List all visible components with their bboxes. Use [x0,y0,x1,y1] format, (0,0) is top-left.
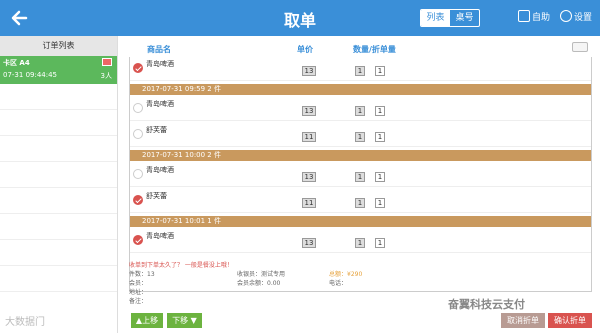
order-group-header: 2017-07-31 09:59 2 件 [130,84,591,95]
item-price: 13 [302,66,316,76]
self-service-icon [517,10,530,22]
self-service-button[interactable]: 自助 [517,10,550,23]
item-name: 青岛啤酒 [146,166,174,174]
col-price: 单价 [297,45,313,54]
top-actions: 自助 设置 [517,10,592,23]
item-name: 青岛啤酒 [146,232,174,240]
view-toggle: 列表 桌号 [420,9,480,27]
member-balance: 会员余额：0.00 [237,280,281,287]
item-qty: 1 [355,66,365,76]
item-price: 11 [302,198,316,208]
item-row[interactable]: 青岛啤酒 13 1 1 [130,97,591,121]
item-qty: 1 [355,198,365,208]
sidebar-heading: 订单列表 [0,36,117,56]
split-qty-input[interactable]: 1 [375,66,385,76]
settings-button[interactable]: 设置 [559,10,592,23]
select-check-icon[interactable] [133,195,143,205]
order-time: 07-31 09:44:45 [3,71,58,79]
order-group-header: 2017-07-31 10:01 1 件 [130,216,591,227]
item-price: 13 [302,172,316,182]
column-header: 商品名 单价 数量/折单量 [129,42,592,56]
move-down-button[interactable]: 下移 ▼ [167,313,202,328]
phone: 电话： [329,280,348,287]
item-price: 13 [302,238,316,248]
split-qty-input[interactable]: 1 [375,106,385,116]
split-qty-input[interactable]: 1 [375,172,385,182]
item-name: 舒芙蕾 [146,126,167,134]
order-guest-count: 3人 [100,72,112,80]
item-name: 青岛啤酒 [146,100,174,108]
tab-table-view[interactable]: 桌号 [450,10,479,26]
item-row[interactable]: 青岛啤酒 13 1 1 [130,57,591,81]
page-title: 取单 [283,11,316,30]
split-qty-input[interactable]: 1 [375,198,385,208]
select-check-icon[interactable] [133,129,143,139]
item-list: 青岛啤酒 13 1 1 2017-07-31 09:59 2 件青岛啤酒 13 1 1 舒芙蕾 1… [129,57,592,292]
order-group-header: 2017-07-31 10:00 2 件 [130,150,591,161]
order-table: 卡区 A4 [3,59,30,67]
move-up-button[interactable]: ▲上移 [131,313,163,328]
col-name: 商品名 [147,45,171,54]
item-name: 舒芙蕾 [146,192,167,200]
delete-order-icon[interactable] [102,58,112,66]
item-qty: 1 [355,238,365,248]
watermark-left: 大数据门 [5,317,45,328]
top-bar: 取单 列表 桌号 自助 设置 [0,0,600,36]
select-check-icon[interactable] [133,63,143,73]
item-count: 件数：13 [129,271,155,278]
cashier: 收银员：测试专用 [237,271,286,278]
split-qty-input[interactable]: 1 [375,132,385,142]
item-price: 13 [302,106,316,116]
total: 总额：¥290 [329,271,363,278]
note: 备注： [129,298,148,305]
item-row[interactable]: 青岛啤酒 13 1 1 [130,229,591,253]
member: 会员： [129,280,148,287]
keyboard-icon[interactable] [572,42,588,52]
item-row[interactable]: 青岛啤酒 13 1 1 [130,163,591,187]
split-qty-input[interactable]: 1 [375,238,385,248]
item-name: 青岛啤酒 [146,60,174,68]
confirm-split-button[interactable]: 确认折单 [548,313,592,328]
select-check-icon[interactable] [133,169,143,179]
item-qty: 1 [355,172,365,182]
tab-list-view[interactable]: 列表 [421,10,450,26]
item-row[interactable]: 舒芙蕾 11 1 1 [130,189,591,213]
col-qty: 数量/折单量 [353,45,396,54]
gear-icon [559,10,572,22]
order-sidebar: 订单列表 卡区 A4 07-31 09:44:45 3人 [0,36,118,333]
address: 地址： [129,289,148,296]
item-qty: 1 [355,106,365,116]
watermark-right: 奋翼科技云支付 [448,298,525,311]
select-check-icon[interactable] [133,103,143,113]
item-qty: 1 [355,132,365,142]
sidebar-order-selected[interactable]: 卡区 A4 07-31 09:44:45 3人 [0,56,117,84]
cancel-split-button[interactable]: 取消折单 [501,313,545,328]
item-row[interactable]: 舒芙蕾 11 1 1 [130,123,591,147]
warning-text: 收单到下单太久了？ 一般是餐没上哦！ [129,262,233,269]
select-check-icon[interactable] [133,235,143,245]
item-price: 11 [302,132,316,142]
